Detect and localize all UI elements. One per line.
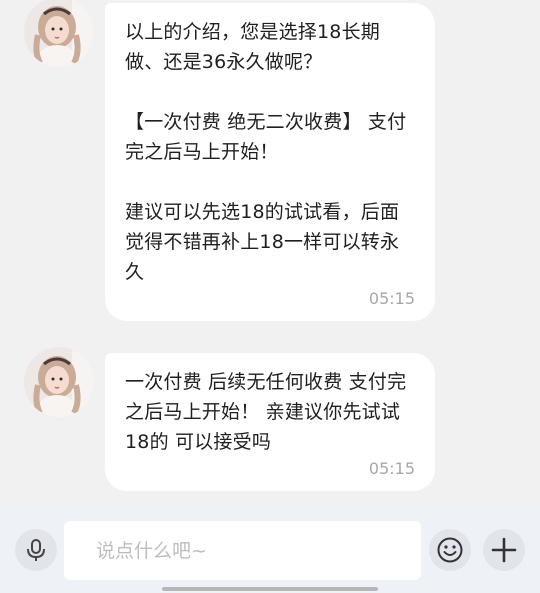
message-timestamp: 05:15 — [368, 289, 415, 308]
message-input-box[interactable] — [64, 521, 421, 580]
chat-message-list[interactable]: 以上的介绍，您是选择18长期做、还是36永久做呢？ 【一次付费 绝无二次收费】 … — [0, 0, 540, 508]
message-bubble[interactable]: 以上的介绍，您是选择18长期做、还是36永久做呢？ 【一次付费 绝无二次收费】 … — [105, 3, 435, 321]
more-actions-button[interactable] — [483, 529, 525, 571]
message-timestamp: 05:15 — [368, 459, 415, 478]
avatar-image — [24, 347, 94, 417]
smiley-face-icon — [437, 537, 463, 563]
contact-avatar[interactable] — [24, 0, 94, 67]
voice-input-button[interactable] — [15, 529, 57, 571]
message-input[interactable] — [94, 538, 398, 563]
message-bubble[interactable]: 一次付费 后续无任何收费 支付完之后马上开始！ 亲建议你先试试18的 可以接受吗… — [105, 353, 435, 491]
microphone-icon — [27, 539, 45, 561]
home-indicator[interactable] — [162, 587, 378, 591]
emoji-button[interactable] — [429, 529, 471, 571]
message-text: 一次付费 后续无任何收费 支付完之后马上开始！ 亲建议你先试试18的 可以接受吗 — [125, 371, 407, 453]
message-text: 以上的介绍，您是选择18长期做、还是36永久做呢？ 【一次付费 绝无二次收费】 … — [125, 21, 407, 283]
avatar-image — [24, 0, 94, 67]
plus-icon — [491, 537, 517, 563]
message-input-bar — [0, 508, 540, 593]
contact-avatar[interactable] — [24, 347, 94, 417]
